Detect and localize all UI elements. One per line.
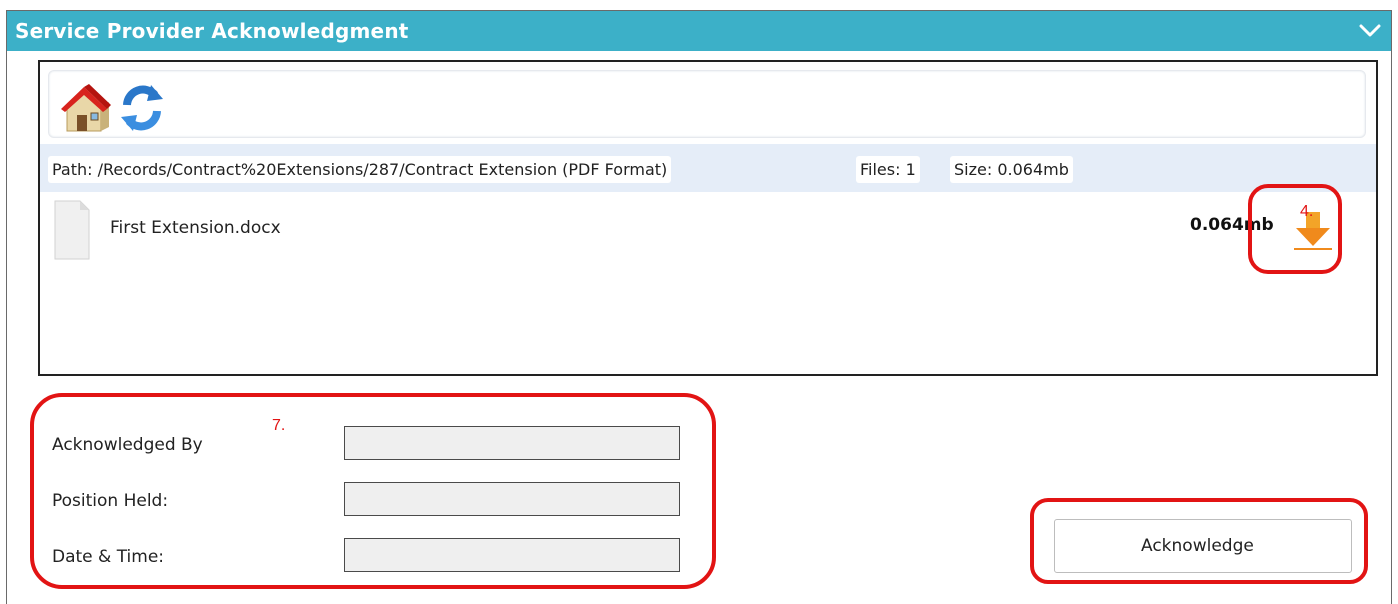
path-chip: Path: /Records/Contract%20Extensions/287… <box>48 156 672 183</box>
refresh-icon[interactable] <box>115 81 169 135</box>
file-browser: Path: /Records/Contract%20Extensions/287… <box>38 60 1378 376</box>
acknowledge-button-label: Acknowledge <box>1141 536 1254 556</box>
position-held-field[interactable] <box>344 482 680 516</box>
date-time-label: Date & Time: <box>52 547 165 567</box>
panel-header[interactable]: Service Provider Acknowledgment <box>7 11 1391 51</box>
path-bar: Path: /Records/Contract%20Extensions/287… <box>40 144 1376 192</box>
file-name[interactable]: First Extension.docx <box>110 218 281 238</box>
annotation-number-7: 7. <box>272 417 286 434</box>
total-size-chip: Size: 0.064mb <box>950 156 1073 183</box>
file-browser-toolbar <box>48 70 1366 138</box>
document-icon <box>54 200 90 260</box>
acknowledged-by-label: Acknowledged By <box>52 435 203 455</box>
chevron-down-icon[interactable] <box>1353 14 1387 48</box>
annotation-number-4: 4. <box>1300 203 1314 220</box>
annotation-box-download <box>1248 184 1342 274</box>
panel-title: Service Provider Acknowledgment <box>15 19 409 43</box>
acknowledged-by-field[interactable] <box>344 426 680 460</box>
files-count-chip: Files: 1 <box>856 156 920 183</box>
acknowledge-button[interactable]: Acknowledge <box>1054 519 1352 573</box>
file-row[interactable]: First Extension.docx 0.064mb <box>40 196 1376 260</box>
home-icon[interactable] <box>57 81 111 135</box>
date-time-field[interactable] <box>344 538 680 572</box>
position-held-label: Position Held: <box>52 491 169 511</box>
